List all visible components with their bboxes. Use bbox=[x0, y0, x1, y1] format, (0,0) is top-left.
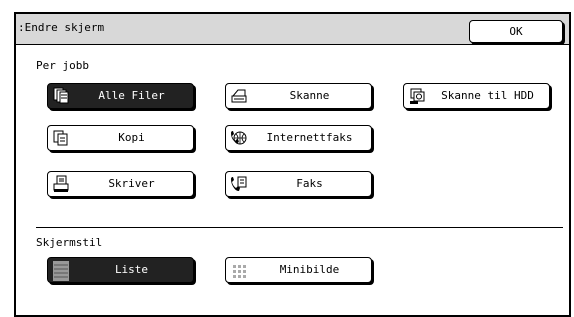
dialog-title: :Endre skjerm bbox=[18, 21, 105, 34]
all-files-button[interactable]: Alle Filer bbox=[47, 83, 194, 109]
ok-button[interactable]: OK bbox=[469, 20, 563, 43]
section-divider bbox=[36, 227, 563, 228]
fax-button[interactable]: Faks bbox=[225, 171, 372, 197]
copy-label: Kopi bbox=[118, 131, 145, 144]
per-job-label: Per jobb bbox=[36, 59, 89, 72]
thumbnail-view-label: Minibilde bbox=[279, 263, 340, 276]
scan-to-hdd-icon bbox=[408, 87, 426, 105]
list-view-label: Liste bbox=[114, 263, 149, 276]
scan-icon bbox=[230, 87, 248, 105]
list-view-icon bbox=[52, 261, 70, 281]
all-files-label: Alle Filer bbox=[98, 89, 165, 102]
fax-icon bbox=[230, 175, 248, 193]
copy-button[interactable]: Kopi bbox=[47, 125, 194, 151]
all-files-icon bbox=[52, 87, 70, 105]
scan-label: Skanne bbox=[289, 89, 330, 102]
scan-button[interactable]: Skanne bbox=[225, 83, 372, 109]
internet-fax-icon bbox=[230, 129, 248, 147]
internet-fax-label: Internettfaks bbox=[266, 131, 353, 144]
thumbnail-view-icon bbox=[230, 261, 248, 279]
thumbnail-view-button[interactable]: Minibilde bbox=[225, 257, 372, 283]
change-screen-dialog: :Endre skjerm OK Per jobb Alle Filer Ska… bbox=[14, 12, 571, 317]
title-bar: :Endre skjerm OK bbox=[16, 14, 569, 45]
list-view-button[interactable]: Liste bbox=[47, 257, 194, 283]
printer-label: Skriver bbox=[108, 177, 155, 190]
fax-label: Faks bbox=[296, 177, 323, 190]
copy-icon bbox=[52, 129, 70, 147]
printer-icon bbox=[52, 175, 70, 193]
scan-to-hdd-button[interactable]: Skanne til HDD bbox=[403, 83, 550, 109]
internet-fax-button[interactable]: Internettfaks bbox=[225, 125, 372, 151]
printer-button[interactable]: Skriver bbox=[47, 171, 194, 197]
screen-style-label: Skjermstil bbox=[36, 236, 103, 249]
scan-to-hdd-label: Skanne til HDD bbox=[441, 89, 534, 102]
